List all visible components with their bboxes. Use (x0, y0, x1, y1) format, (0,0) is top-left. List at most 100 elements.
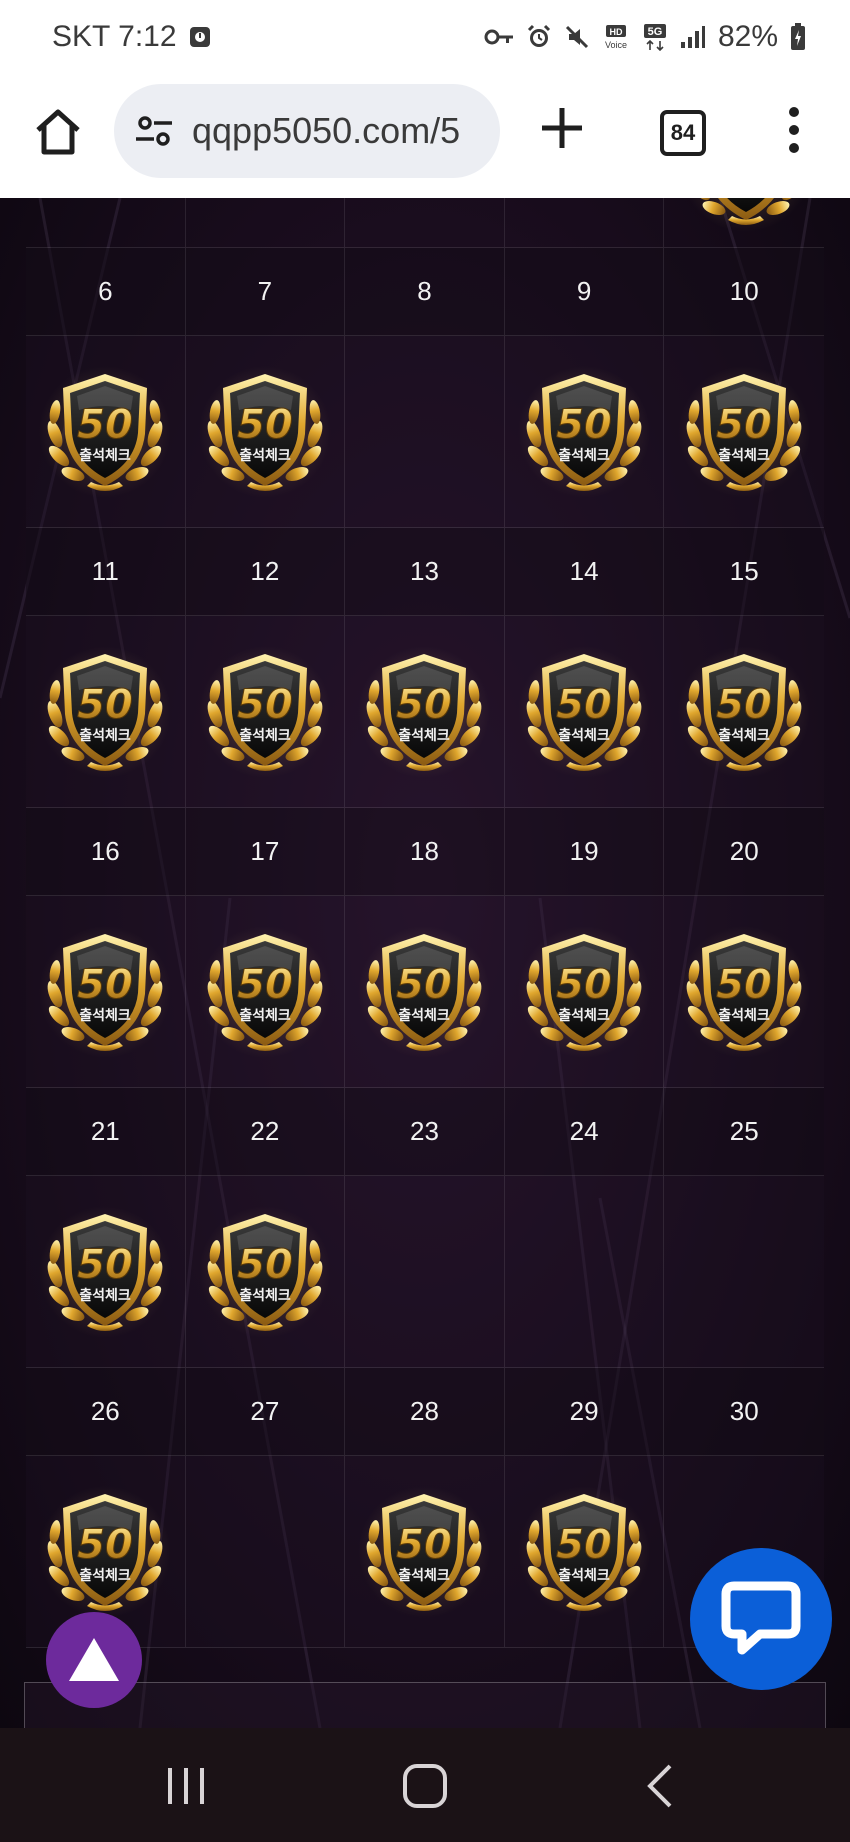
attendance-badge-icon (198, 365, 332, 498)
calendar-cell (664, 198, 824, 248)
back-icon[interactable] (636, 1760, 688, 1812)
attendance-day-checked (664, 336, 824, 528)
attendance-badge-icon (38, 925, 172, 1058)
calendar-partial-row (26, 198, 824, 248)
day-number: 12 (185, 528, 346, 616)
attendance-badge-icon (677, 365, 811, 498)
more-menu-icon[interactable] (782, 100, 806, 160)
attendance-day-checked (26, 896, 186, 1088)
attendance-badge-icon (198, 645, 332, 778)
attendance-badge-icon (677, 925, 811, 1058)
attendance-badge-icon (38, 365, 172, 498)
calendar-badge-row (26, 1176, 824, 1368)
attendance-badge-icon (677, 645, 811, 778)
day-number: 18 (345, 808, 505, 896)
day-number: 17 (185, 808, 346, 896)
attendance-day-checked (185, 336, 346, 528)
signal-icon (680, 25, 706, 49)
day-number: 25 (664, 1088, 824, 1176)
tabs-icon[interactable]: 84 (660, 110, 706, 156)
hd-voice-icon: HD Voice (602, 24, 630, 50)
site-settings-icon[interactable] (132, 109, 176, 153)
attendance-badge-icon (517, 925, 651, 1058)
attendance-day-checked (26, 616, 186, 808)
address-bar[interactable]: qqpp5050.com/5 (114, 84, 500, 178)
calendar-day-number-row: 6 7 8 9 10 (26, 248, 824, 336)
battery-icon (790, 23, 806, 51)
attendance-badge-icon (198, 1205, 332, 1338)
alarm-icon (526, 24, 552, 50)
attendance-day-checked (345, 616, 505, 808)
attendance-day-checked (504, 336, 665, 528)
day-number: 29 (504, 1368, 665, 1456)
web-page: 6 7 8 9 10 11 12 13 14 15 16 17 18 19 20 21 22 23 24 25 26 27… (0, 198, 850, 1728)
svg-text:Voice: Voice (605, 40, 627, 50)
attendance-badge-icon (517, 365, 651, 498)
day-number: 11 (26, 528, 186, 616)
day-number: 13 (345, 528, 505, 616)
attendance-badge-icon (38, 645, 172, 778)
attendance-day-checked (345, 1456, 505, 1648)
calendar-day-number-row: 16 17 18 19 20 (26, 808, 824, 896)
attendance-day-checked (26, 1176, 186, 1368)
calendar-day-number-row: 21 22 23 24 25 (26, 1088, 824, 1176)
attendance-badge-icon (357, 645, 491, 778)
attendance-badge-icon (357, 1485, 491, 1618)
chat-button[interactable] (690, 1548, 832, 1690)
calendar-cell (345, 198, 505, 248)
day-number: 7 (185, 248, 346, 336)
calendar-cell (185, 198, 346, 248)
attendance-day-checked (26, 336, 186, 528)
home-icon[interactable] (30, 104, 86, 160)
day-number: 15 (664, 528, 824, 616)
calendar-cell (26, 198, 186, 248)
day-number: 22 (185, 1088, 346, 1176)
vpn-key-icon (484, 28, 514, 46)
attendance-day-empty (664, 1176, 824, 1368)
calendar-weeks: 6 7 8 9 10 11 12 13 14 15 16 17 18 19 20 21 22 23 24 25 26 27… (26, 248, 824, 1648)
day-number: 21 (26, 1088, 186, 1176)
url-text[interactable]: qqpp5050.com/5 (192, 110, 460, 152)
5g-icon: 5G (642, 23, 668, 51)
attendance-day-checked (345, 896, 505, 1088)
calendar-day-number-row: 26 27 28 29 30 (26, 1368, 824, 1456)
day-number: 10 (664, 248, 824, 336)
battery-percent: 82% (717, 20, 778, 53)
attendance-day-checked (504, 1456, 665, 1648)
calendar-badge-row (26, 896, 824, 1088)
day-number: 28 (345, 1368, 505, 1456)
status-bar: SKT 7:12 HD Voice 5G 82% (0, 0, 850, 80)
attendance-day-empty (185, 1456, 346, 1648)
attendance-day-checked (664, 896, 824, 1088)
calendar-badge-row (26, 336, 824, 528)
scroll-top-button[interactable] (46, 1612, 142, 1708)
attendance-badge-icon (198, 925, 332, 1058)
browser-toolbar: qqpp5050.com/5 84 (0, 80, 850, 199)
attendance-day-checked (185, 616, 346, 808)
day-number: 8 (345, 248, 505, 336)
recents-icon[interactable] (160, 1760, 212, 1812)
day-number: 27 (185, 1368, 346, 1456)
carrier-time: SKT 7:12 (52, 20, 177, 53)
attendance-day-checked (185, 1176, 346, 1368)
attendance-day-checked (185, 896, 346, 1088)
day-number: 20 (664, 808, 824, 896)
attendance-day-empty (345, 336, 505, 528)
day-number: 23 (345, 1088, 505, 1176)
attendance-badge-icon (357, 925, 491, 1058)
status-left: SKT 7:12 (52, 20, 211, 54)
attendance-day-empty (345, 1176, 505, 1368)
svg-text:HD: HD (609, 27, 622, 37)
triangle-up-icon (69, 1638, 119, 1681)
day-number: 24 (504, 1088, 665, 1176)
attendance-badge-icon (517, 1485, 651, 1618)
calendar-badge-row (26, 616, 824, 808)
day-number: 9 (504, 248, 665, 336)
status-right: HD Voice 5G 82% (484, 20, 806, 54)
new-tab-icon[interactable] (536, 102, 588, 154)
attendance-day-empty (504, 1176, 665, 1368)
home-circle-icon[interactable] (399, 1760, 451, 1812)
media-icon (189, 26, 211, 48)
attendance-badge-icon (38, 1205, 172, 1338)
attendance-badge-partial (679, 198, 813, 233)
